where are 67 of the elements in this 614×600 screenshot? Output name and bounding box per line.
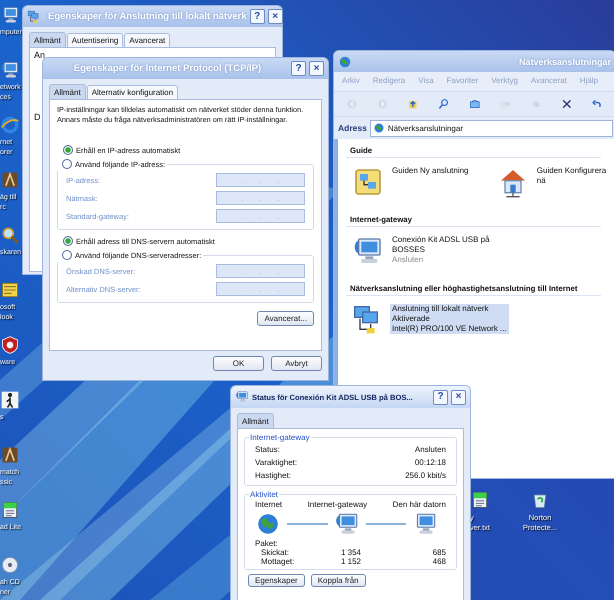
- field-value: Ansluten: [414, 445, 446, 454]
- connection-item[interactable]: Anslutning till lokalt nätverk Aktiverade Intel(R) PRO/100 VE Network ...: [390, 304, 509, 334]
- field-value: 256.0 kbit/s: [405, 471, 446, 480]
- field-value: 1 354: [340, 548, 361, 557]
- disconnect-button[interactable]: Koppla från: [310, 574, 366, 587]
- advanced-button[interactable]: Avancerat...: [257, 311, 314, 326]
- address-field[interactable]: Nätverksanslutningar: [370, 120, 613, 136]
- field-label: An: [34, 50, 46, 60]
- group-title: Internet-gateway: [249, 433, 311, 442]
- notepad-icon: [0, 500, 20, 520]
- field-label: Skickat:: [261, 548, 290, 557]
- globe-icon: [338, 54, 352, 68]
- search-icon: [0, 225, 20, 245]
- cancel-button[interactable]: Avbryt: [271, 356, 322, 371]
- close-button[interactable]: ×: [451, 390, 466, 404]
- shield-icon: [0, 335, 20, 355]
- browser-icon: [0, 115, 20, 135]
- help-button[interactable]: ?: [291, 61, 306, 76]
- gateway-icon: [334, 511, 360, 537]
- close-button[interactable]: ×: [268, 9, 283, 24]
- address-label: Adress: [338, 123, 367, 133]
- item-name: Anslutning till lokalt nätverk: [392, 304, 490, 314]
- gateway-icon: [235, 390, 249, 404]
- figure-icon: [0, 390, 20, 410]
- game-icon: [0, 445, 20, 465]
- field-value: 00:12:18: [414, 458, 446, 467]
- tab[interactable]: Avancerat: [124, 33, 170, 47]
- ok-button[interactable]: OK: [213, 356, 264, 371]
- properties-button[interactable]: Egenskaper: [248, 574, 305, 587]
- connector-line: [366, 523, 406, 525]
- help-button[interactable]: ?: [250, 9, 265, 24]
- window-title: Egenskaper för Anslutning till lokalt nätverk: [47, 11, 247, 22]
- node-label: Den här datorn: [392, 500, 446, 509]
- help-button[interactable]: ?: [433, 390, 448, 404]
- window-title: Nätverksanslutningar: [518, 56, 611, 66]
- item-device: Intel(R) PRO/100 VE Network ...: [392, 324, 507, 334]
- mail-icon: [0, 280, 20, 300]
- tab[interactable]: Alternativ konfiguration: [86, 85, 178, 99]
- tab[interactable]: Allmänt: [49, 84, 86, 99]
- field-value: 685: [432, 548, 446, 557]
- disc-icon: [0, 555, 20, 575]
- field-label: Hastighet:: [255, 471, 292, 480]
- game-icon: [0, 170, 20, 190]
- tab[interactable]: Allmänt: [237, 413, 274, 428]
- field-value: 1 152: [340, 557, 361, 566]
- globe-icon: [372, 122, 385, 134]
- field-label: Status:: [255, 445, 280, 454]
- window-title: Egenskaper för Internet Protocol (TCP/IP): [72, 63, 262, 74]
- network-icon: [0, 60, 20, 80]
- network-icon: [27, 10, 41, 24]
- node-label: Internet-gateway: [308, 500, 368, 509]
- item-name: Conexión Kit ADSL USB på BOSSES: [392, 235, 491, 255]
- field-label: D: [34, 112, 40, 122]
- field-value: 468: [432, 557, 446, 566]
- field-label: Paket:: [255, 539, 279, 548]
- tab[interactable]: Allmänt: [29, 32, 66, 47]
- field-label: Varaktighet:: [255, 458, 298, 467]
- group-title: Aktivitet: [249, 490, 280, 499]
- node-label: Internet: [255, 500, 282, 509]
- field-label: Mottaget:: [261, 557, 296, 566]
- notepad-icon: [470, 490, 490, 510]
- item-status: Aktiverade: [392, 314, 431, 324]
- close-button[interactable]: ×: [309, 61, 324, 76]
- connection-item[interactable]: Conexión Kit ADSL USB på BOSSES Ansluten: [390, 235, 514, 265]
- connector-line: [287, 523, 328, 525]
- item-status: Ansluten: [392, 255, 424, 265]
- tab[interactable]: Autentisering: [66, 33, 124, 47]
